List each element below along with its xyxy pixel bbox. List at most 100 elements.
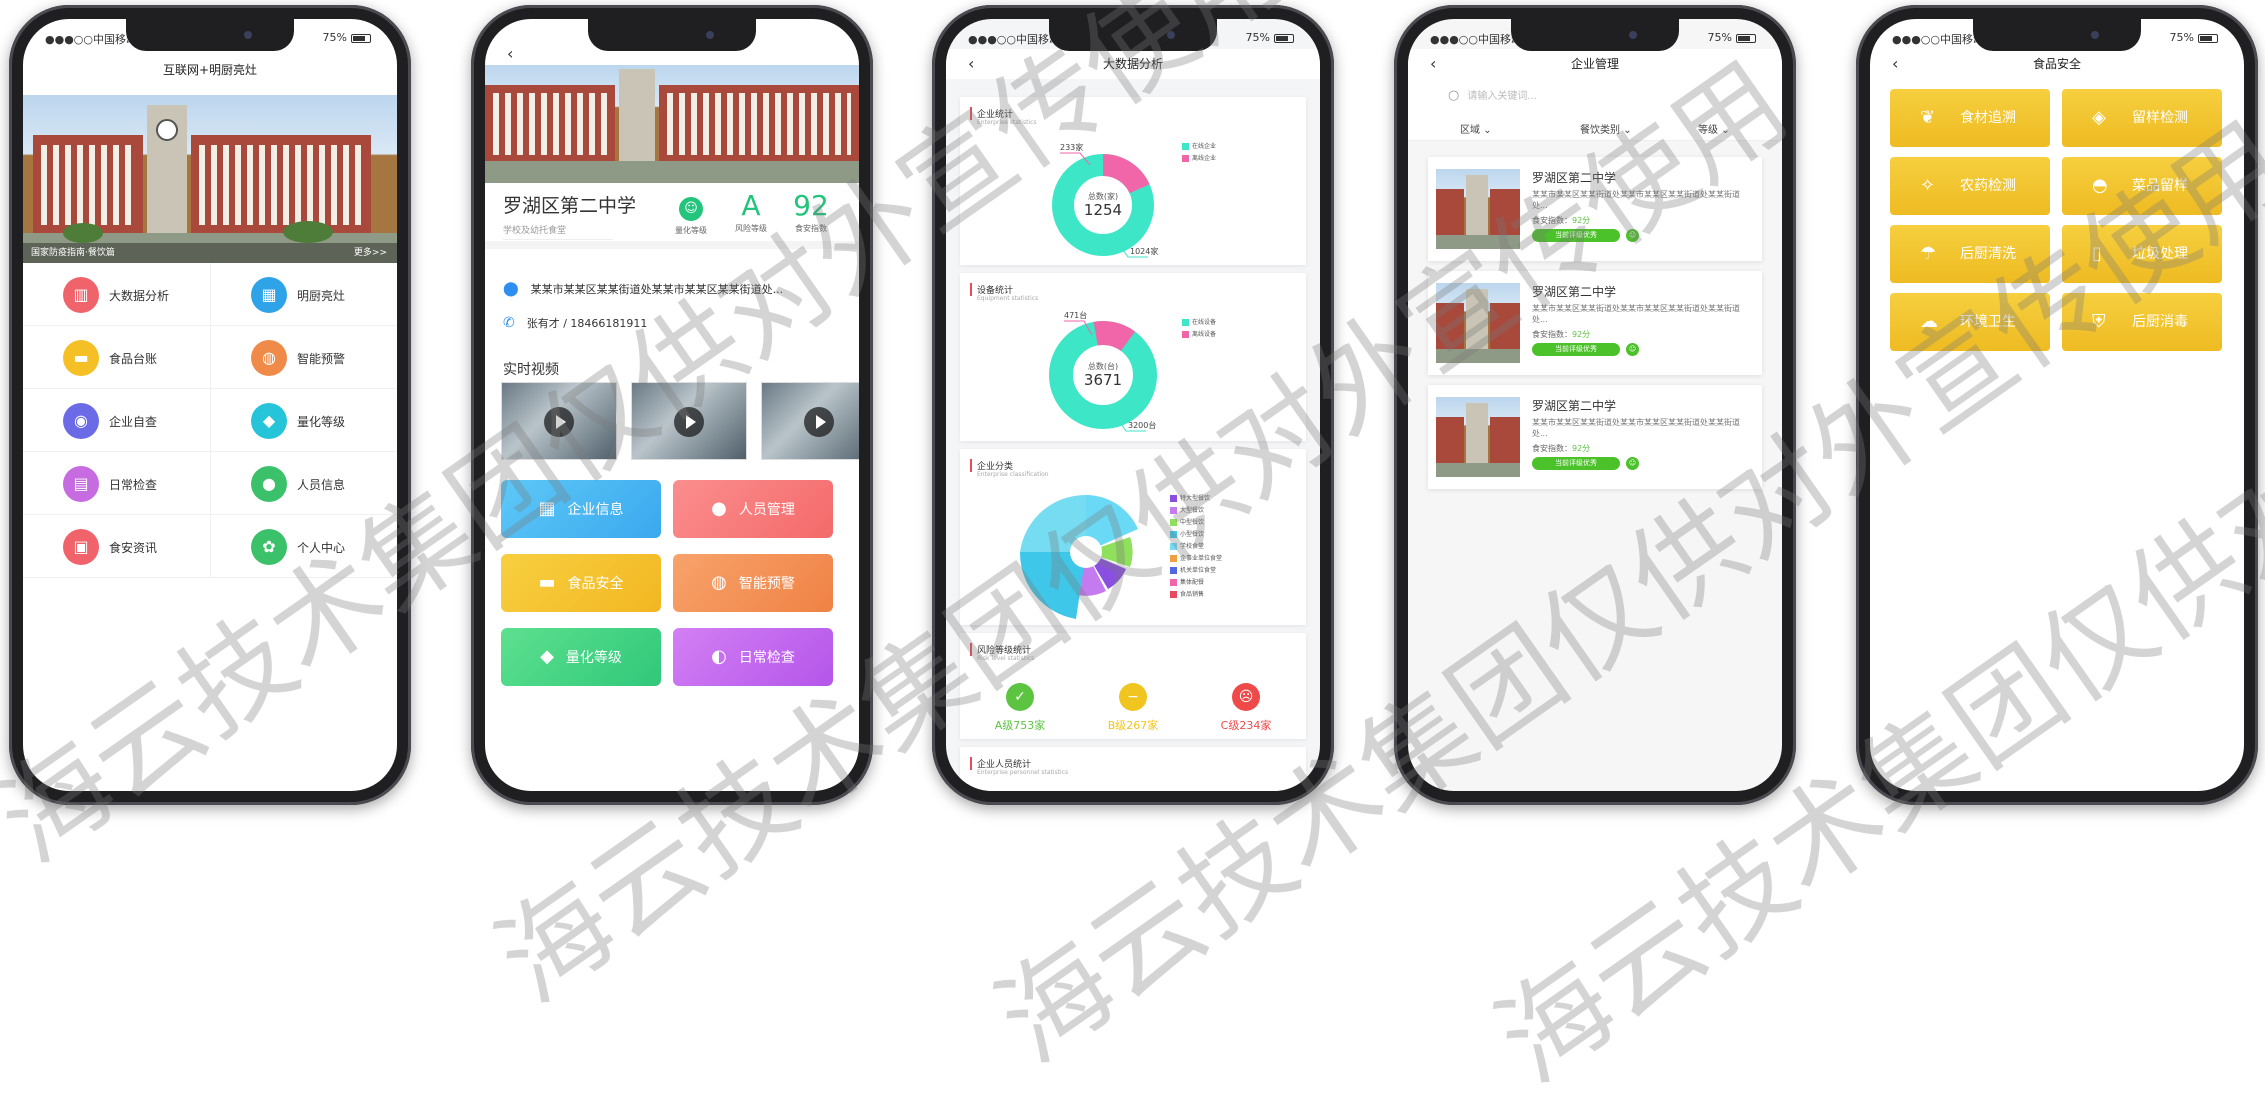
- tile-ingredient-trace[interactable]: ❦ 食材追溯: [1890, 89, 2050, 147]
- page-title: 互联网+明厨亮灶: [162, 63, 258, 77]
- page-title: 大数据分析: [1102, 57, 1163, 71]
- banner-caption: 国家防疫指南·餐饮篇: [31, 248, 115, 258]
- risk-level-metric[interactable]: A 风险等级: [725, 189, 777, 234]
- menu-item-bright-kitchen[interactable]: ▦ 明厨亮灶: [210, 263, 397, 326]
- filter-bar: 区域 ⌄ 餐饮类别 ⌄ 等级 ⌄: [1408, 113, 1782, 141]
- chevron-down-icon: ⌄: [1721, 125, 1730, 136]
- tile-staff-management[interactable]: ● 人员管理: [673, 480, 833, 538]
- menu-item-staff-info[interactable]: ● 人员信息: [210, 452, 397, 515]
- school-contact[interactable]: ✆ 张有才 / 18466181911: [503, 315, 647, 331]
- battery-indicator: 75%: [323, 31, 371, 44]
- trash-icon: ▯: [2092, 243, 2102, 264]
- checklist-icon: ▤: [63, 466, 99, 502]
- smile-face-icon: ☺: [1626, 229, 1639, 242]
- school-address[interactable]: ⬤ 某某市某某区某某街道处某某市某某区某某街道处...: [503, 281, 783, 297]
- back-icon[interactable]: ‹: [968, 49, 974, 79]
- menu-item-quantified-level[interactable]: ◆ 量化等级: [210, 389, 397, 452]
- test-icon: ◈: [2092, 107, 2106, 128]
- enterprise-stats-card: 企业统计 Enterprise statistics 233家 1024家 总数…: [960, 97, 1306, 265]
- menu-item-food-ledger[interactable]: ▬ 食品台账: [23, 326, 210, 389]
- school-detail-screen: ‹ 罗湖区第二中学 学校及幼托食堂 ☺ 量化等级 A 风险等级 92 食安指数 …: [485, 19, 859, 791]
- risk-level-b[interactable]: − B级267家: [1093, 683, 1173, 733]
- tile-garbage[interactable]: ▯ 垃圾处理: [2062, 225, 2222, 283]
- device-legend: 在线设备 离线设备: [1182, 317, 1216, 341]
- phone-icon: ✆: [503, 315, 515, 331]
- school-name: 罗湖区第二中学: [503, 195, 637, 217]
- big-data-screen: ●●●○○中国移动 75% ‹ 大数据分析 企业统计 Enterprise sta…: [946, 19, 1320, 791]
- video-thumbnail[interactable]: [501, 382, 617, 460]
- tile-food-safety[interactable]: ▬ 食品安全: [501, 554, 661, 612]
- clock-icon: [156, 119, 178, 141]
- smile-face-icon: ☺: [1626, 343, 1639, 356]
- enterprise-name: 罗湖区第二中学: [1532, 399, 1617, 413]
- carrier-label: ●●●○○中国移动: [45, 33, 137, 46]
- location-pin-icon: ⬤: [503, 281, 519, 297]
- tile-dish-sample[interactable]: ◓ 菜品留样: [2062, 157, 2222, 215]
- menu-item-food-news[interactable]: ▣ 食安资讯: [23, 515, 210, 578]
- tile-environment[interactable]: ☁ 环境卫生: [1890, 293, 2050, 351]
- enterprise-legend: 在线企业 离线企业: [1182, 141, 1216, 165]
- risk-level-c[interactable]: ☹ C级234家: [1206, 683, 1286, 733]
- filter-level[interactable]: 等级 ⌄: [1698, 121, 1730, 136]
- sad-face-icon: ☹: [1232, 683, 1260, 711]
- search-icon: ○: [1448, 88, 1460, 103]
- enterprise-list-item[interactable]: 罗湖区第二中学 某某市某某区某某街道处某某市某某区某某街道处某某街道处... 食…: [1428, 271, 1762, 375]
- tile-quantified-level[interactable]: ◆ 量化等级: [501, 628, 661, 686]
- tile-smart-alert[interactable]: ◍ 智能预警: [673, 554, 833, 612]
- quantified-level-metric[interactable]: ☺ 量化等级: [665, 189, 717, 236]
- enterprise-donut-chart: 233家 1024家 总数(家) 1254: [1052, 142, 1158, 258]
- back-icon[interactable]: ‹: [1430, 49, 1436, 79]
- callout-bottom: 1024家: [1130, 246, 1158, 256]
- school-info: 罗湖区第二中学 学校及幼托食堂 ☺ 量化等级 A 风险等级 92 食安指数: [485, 183, 859, 249]
- pesticide-icon: ✧: [1920, 175, 1936, 196]
- risk-level-a[interactable]: ✓ A级753家: [980, 683, 1060, 733]
- play-icon: [804, 407, 834, 437]
- enterprise-list-item[interactable]: 罗湖区第二中学 某某市某某区某某街道处某某市某某区某某街道处某某街道处... 食…: [1428, 385, 1762, 489]
- search-input[interactable]: ○ 请输入关键词...: [1448, 87, 1537, 103]
- phone-frame-big-data: ●●●○○中国移动 75% ‹ 大数据分析 企业统计 Enterprise sta…: [932, 5, 1334, 805]
- card-subtitle: Risk level statistics: [977, 655, 1035, 662]
- notch: [1049, 19, 1217, 51]
- tile-pesticide-test[interactable]: ✧ 农药检测: [1890, 157, 2050, 215]
- chart-icon: ▥: [63, 277, 99, 313]
- risk-level-card: 风险等级统计 Risk level statistics ✓ A级753家 − B级…: [960, 633, 1306, 739]
- back-icon[interactable]: ‹: [1892, 49, 1898, 79]
- svg-text:471台: 471台: [1064, 310, 1087, 320]
- tile-daily-check[interactable]: ◐ 日常检查: [673, 628, 833, 686]
- filter-region[interactable]: 区域 ⌄: [1460, 121, 1492, 136]
- wash-icon: ☂: [1920, 243, 1937, 264]
- menu-item-smart-alert[interactable]: ◍ 智能预警: [210, 326, 397, 389]
- school-banner[interactable]: 国家防疫指南·餐饮篇 更多>>: [23, 95, 397, 263]
- leaf-icon: ❦: [1920, 107, 1936, 128]
- video-thumbnail[interactable]: [631, 382, 747, 460]
- food-safety-index-metric[interactable]: 92 食安指数: [785, 189, 837, 234]
- tile-disinfect[interactable]: ⛨ 后厨消毒: [2062, 293, 2222, 351]
- phone-frame-school-detail: ‹ 罗湖区第二中学 学校及幼托食堂 ☺ 量化等级 A 风险等级 92 食安指数 …: [471, 5, 873, 805]
- food-safety-screen: ●●●○○中国移动 75% ‹ 食品安全 ❦ 食材追溯 ◈ 留样检测 ✧ 农药检测 ◓ 菜…: [1870, 19, 2244, 791]
- banner-more-link[interactable]: 更多>>: [354, 243, 387, 263]
- enterprise-score: 食安指数：92分: [1532, 444, 1591, 453]
- enterprise-address: 某某市某某区某某街道处某某市某某区某某街道处某某街道处...: [1532, 304, 1740, 324]
- video-thumbnail[interactable]: [761, 382, 859, 460]
- smile-face-icon: ✓: [1006, 683, 1034, 711]
- tile-enterprise-info[interactable]: ▦ 企业信息: [501, 480, 661, 538]
- menu-item-daily-check[interactable]: ▤ 日常检查: [23, 452, 210, 515]
- rating-badge: 当前评级优秀: [1532, 457, 1620, 470]
- main-menu: ▥ 大数据分析 ▦ 明厨亮灶 ▬ 食品台账 ◍ 智能预警 ◉ 企业自查 ◆ 量化等级 ▤ 日常…: [23, 263, 397, 583]
- device-stats-card: 设备统计 Equipment statistics 471台 3200台 总数(…: [960, 273, 1306, 441]
- filter-category[interactable]: 餐饮类别 ⌄: [1580, 121, 1632, 136]
- settings-icon: ✿: [251, 529, 287, 565]
- menu-item-big-data[interactable]: ▥ 大数据分析: [23, 263, 210, 326]
- menu-item-personal-center[interactable]: ✿ 个人中心: [210, 515, 397, 578]
- battery-icon: [1274, 33, 1294, 43]
- menu-item-self-inspection[interactable]: ◉ 企业自查: [23, 389, 210, 452]
- tile-kitchen-wash[interactable]: ☂ 后厨清洗: [1890, 225, 2050, 283]
- chevron-down-icon: ⌄: [1623, 125, 1632, 136]
- enterprise-score: 食安指数：92分: [1532, 330, 1591, 339]
- notch: [1973, 19, 2141, 51]
- enterprise-list-item[interactable]: 罗湖区第二中学 某某市某某区某某街道处某某市某某区某某街道处某某街道处... 食…: [1428, 157, 1762, 261]
- smile-face-icon: ☺: [679, 197, 703, 221]
- person-icon: ●: [251, 466, 287, 502]
- environment-icon: ☁: [1920, 311, 1938, 332]
- tile-sample-test[interactable]: ◈ 留样检测: [2062, 89, 2222, 147]
